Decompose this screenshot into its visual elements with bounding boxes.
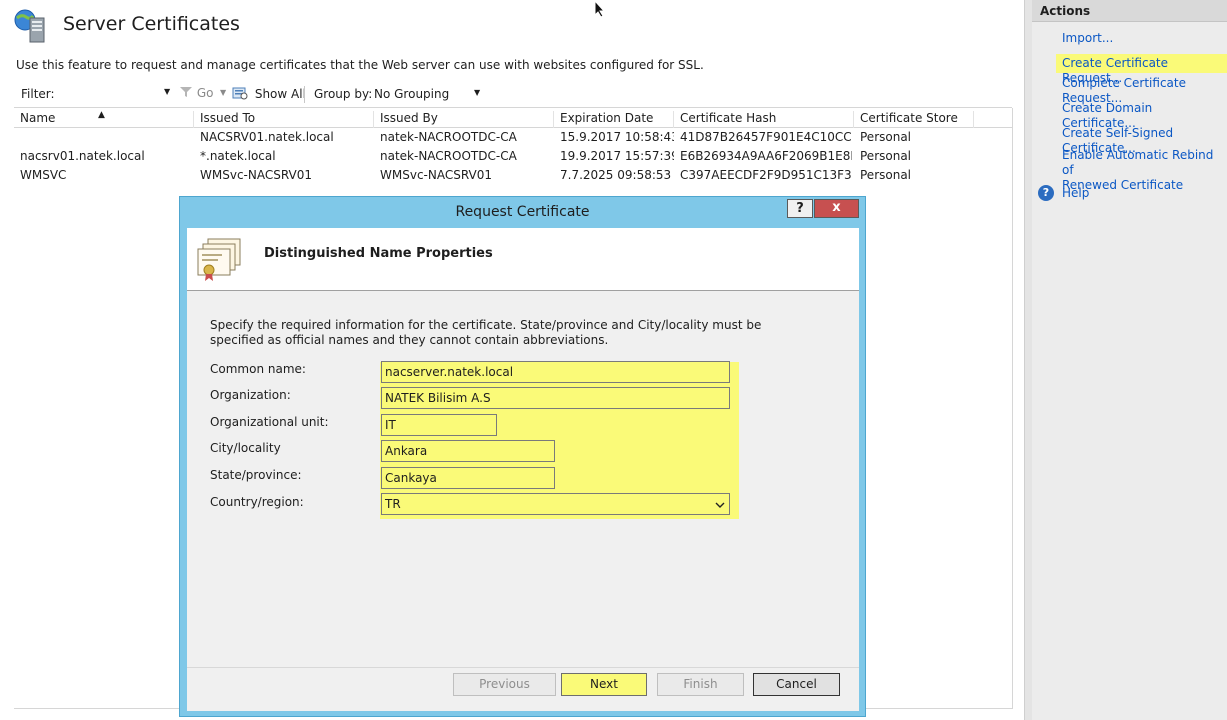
cell-issued-to: NACSRV01.natek.local	[200, 130, 334, 144]
close-icon: x	[832, 200, 841, 215]
column-header-name[interactable]: Name ▲	[14, 110, 194, 128]
cell-issued-to: WMSvc-NACSRV01	[200, 168, 312, 182]
toolbar-separator	[304, 86, 305, 103]
organizational-unit-label: Organizational unit:	[210, 415, 329, 429]
dialog-close-button[interactable]: x	[814, 199, 859, 218]
chevron-down-icon[interactable]	[715, 501, 725, 509]
cell-name: WMSVC	[20, 168, 67, 182]
filter-toolbar: Filter: ▼ Go ▼ Show All Group by: No Gro…	[14, 82, 1012, 108]
action-import[interactable]: Import...	[1062, 31, 1113, 46]
dialog-title: Request Certificate	[455, 204, 590, 220]
country-region-value: TR	[385, 497, 401, 511]
cell-hash: 41D87B26457F901E4C10CC93...	[680, 130, 852, 144]
actions-header: Actions	[1032, 0, 1227, 22]
action-enable-automatic-rebind-line1: Enable Automatic Rebind of	[1062, 148, 1214, 177]
cell-issued-by: natek-NACROOTDC-CA	[380, 149, 517, 163]
column-header-hash[interactable]: Certificate Hash	[674, 111, 854, 128]
table-header: Name ▲ Issued To Issued By Expiration Dat…	[14, 109, 1012, 128]
group-by-dropdown-icon[interactable]: ▼	[474, 88, 480, 97]
cell-name: nacsrv01.natek.local	[20, 149, 145, 163]
country-region-label: Country/region:	[210, 495, 304, 509]
mouse-cursor-icon	[594, 0, 606, 18]
funnel-icon	[180, 87, 192, 97]
dialog-client-area: Distinguished Name Properties Specify th…	[187, 228, 859, 711]
next-button[interactable]: Next	[561, 673, 647, 696]
state-province-field[interactable]	[381, 467, 555, 489]
dialog-banner-title: Distinguished Name Properties	[264, 246, 493, 261]
show-all-label: Show All	[254, 87, 306, 101]
city-locality-field[interactable]	[381, 440, 555, 462]
previous-button[interactable]: Previous	[453, 673, 556, 696]
group-by-select[interactable]: No Grouping	[370, 85, 486, 105]
organization-field[interactable]	[381, 387, 730, 409]
dialog-description: Specify the required information for the…	[210, 318, 762, 347]
go-button-label: Go	[196, 86, 214, 100]
action-help[interactable]: Help	[1062, 186, 1089, 201]
request-certificate-dialog: Request Certificate ? x Distinguished Na…	[179, 196, 866, 717]
help-icon[interactable]: ?	[1038, 185, 1054, 201]
country-region-select[interactable]: TR	[381, 493, 730, 515]
go-dropdown-icon[interactable]: ▼	[220, 88, 226, 97]
cell-store: Personal	[860, 130, 912, 144]
group-by-label: Group by:	[314, 87, 373, 101]
cell-hash: C397AEECDF2F9D951C13F359...	[680, 168, 852, 182]
table-row[interactable]: WMSVC WMSvc-NACSRV01 WMSvc-NACSRV01 7.7.…	[14, 166, 1012, 185]
column-header-label: Name	[20, 111, 56, 125]
table-row[interactable]: NACSRV01.natek.local natek-NACROOTDC-CA …	[14, 128, 1012, 147]
column-header-issued-by[interactable]: Issued By	[374, 111, 554, 128]
cell-expiration: 7.7.2025 09:58:53	[560, 168, 672, 182]
dialog-banner: Distinguished Name Properties	[187, 228, 859, 291]
show-all-button[interactable]: Show All	[232, 86, 306, 101]
dialog-footer-divider	[187, 667, 859, 668]
action-create-certificate-request[interactable]: Create Certificate Request...	[1056, 54, 1227, 85]
go-button[interactable]: Go	[179, 86, 213, 100]
city-locality-label: City/locality	[210, 441, 281, 455]
cell-issued-by: WMSvc-NACSRV01	[380, 168, 492, 182]
cell-issued-by: natek-NACROOTDC-CA	[380, 130, 517, 144]
cell-expiration: 19.9.2017 15:57:39	[560, 149, 674, 163]
column-header-store[interactable]: Certificate Store	[854, 111, 974, 128]
actions-pane: Actions Import... Create Certificate Req…	[1032, 0, 1227, 720]
column-header-expiration[interactable]: Expiration Date	[554, 111, 674, 128]
filter-dropdown-icon[interactable]: ▼	[164, 87, 170, 96]
cell-store: Personal	[860, 168, 912, 182]
organization-label: Organization:	[210, 388, 291, 402]
dialog-help-button[interactable]: ?	[787, 199, 813, 218]
show-all-icon	[232, 87, 248, 100]
state-province-label: State/province:	[210, 468, 302, 482]
cell-issued-to: *.natek.local	[200, 149, 276, 163]
common-name-label: Common name:	[210, 362, 306, 376]
table-border-right	[1012, 108, 1013, 708]
certificates-icon	[197, 238, 241, 281]
organizational-unit-field[interactable]	[381, 414, 497, 436]
filter-label: Filter:	[21, 87, 55, 101]
pane-splitter[interactable]	[1024, 0, 1032, 720]
server-certificates-icon	[14, 9, 45, 43]
table-row[interactable]: nacsrv01.natek.local *.natek.local natek…	[14, 147, 1012, 166]
sort-ascending-icon: ▲	[98, 110, 105, 120]
common-name-field[interactable]	[381, 361, 730, 383]
cancel-button[interactable]: Cancel	[753, 673, 840, 696]
certificates-table: Name ▲ Issued To Issued By Expiration Dat…	[14, 109, 1012, 185]
cell-hash: E6B26934A9AA6F2069B1E8B3...	[680, 149, 852, 163]
column-header-issued-to[interactable]: Issued To	[194, 111, 374, 128]
page-description: Use this feature to request and manage c…	[16, 58, 704, 72]
finish-button[interactable]: Finish	[657, 673, 744, 696]
cell-expiration: 15.9.2017 10:58:43	[560, 130, 674, 144]
cell-store: Personal	[860, 149, 912, 163]
page-title: Server Certificates	[63, 13, 240, 35]
